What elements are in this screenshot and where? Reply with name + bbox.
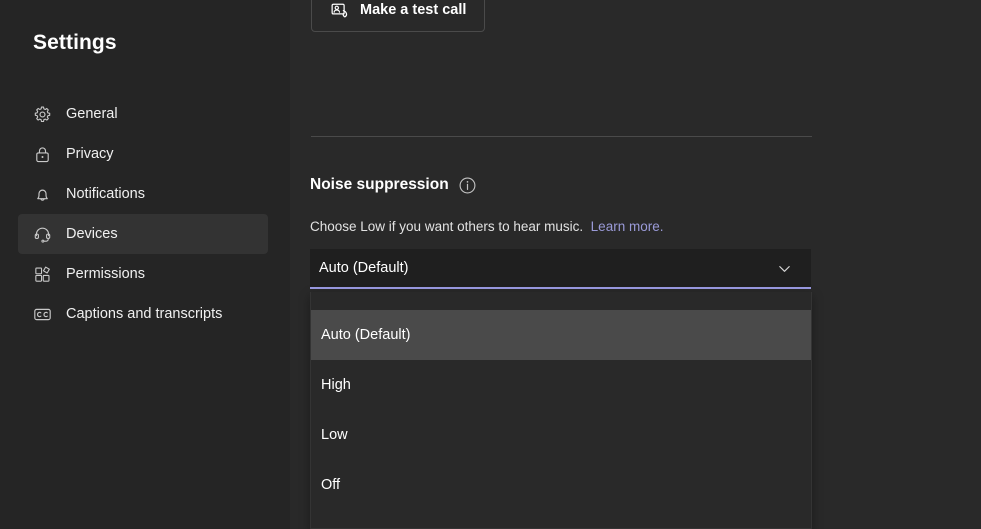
listbox-option-label: Off (321, 477, 341, 493)
headset-icon (32, 224, 52, 244)
sidebar-item-permissions[interactable]: Permissions (18, 254, 268, 294)
settings-window: Settings General Privacy Notifications Devi… (0, 0, 981, 529)
sidebar-item-captions-and-transcripts[interactable]: Captions and transcripts (18, 294, 268, 334)
listbox-option[interactable]: Auto (Default) (311, 310, 811, 360)
sidebar-item-label: Notifications (66, 186, 145, 202)
permissions-icon (32, 264, 52, 284)
noise-suppression-heading: Noise suppression (310, 176, 477, 194)
listbox-option-label: High (321, 377, 351, 393)
listbox-option[interactable]: High (311, 360, 811, 410)
sidebar-item-label: General (66, 106, 118, 122)
section-divider (311, 136, 812, 137)
bell-icon (32, 184, 52, 204)
sidebar-item-label: Captions and transcripts (66, 306, 223, 322)
make-test-call-label: Make a test call (360, 2, 467, 18)
sidebar-item-privacy[interactable]: Privacy (18, 134, 268, 174)
noise-suppression-selected-value: Auto (Default) (319, 260, 409, 276)
main-content: Make a test call Noise suppression Choos… (290, 0, 981, 529)
learn-more-link[interactable]: Learn more. (591, 219, 664, 234)
sidebar-item-notifications[interactable]: Notifications (18, 174, 268, 214)
page-title: Settings (33, 31, 117, 54)
section-title: Noise suppression (310, 176, 449, 193)
sidebar-item-label: Privacy (66, 146, 114, 162)
sidebar-item-label: Devices (66, 226, 118, 242)
listbox-option-label: Auto (Default) (321, 327, 411, 343)
info-icon[interactable] (459, 176, 477, 194)
make-test-call-button[interactable]: Make a test call (311, 0, 486, 32)
chevron-down-icon (775, 259, 793, 277)
closed-caption-icon (32, 304, 52, 324)
noise-suppression-combobox[interactable]: Auto (Default) (310, 249, 811, 289)
section-description: Choose Low if you want others to hear mu… (310, 219, 663, 234)
lock-icon (32, 144, 52, 164)
listbox-option-label: Low (321, 427, 348, 443)
section-description-text: Choose Low if you want others to hear mu… (310, 219, 584, 234)
sidebar-item-devices[interactable]: Devices (18, 214, 268, 254)
sidebar-item-label: Permissions (66, 266, 145, 282)
noise-suppression-listbox: Auto (Default) High Low Off (310, 292, 812, 529)
sidebar-nav: General Privacy Notifications Devices Permis… (18, 94, 268, 334)
gear-icon (32, 104, 52, 124)
sidebar: Settings General Privacy Notifications Devi… (0, 0, 290, 529)
listbox-option[interactable]: Low (311, 410, 811, 460)
sidebar-item-general[interactable]: General (18, 94, 268, 134)
test-call-icon (330, 0, 350, 20)
listbox-option[interactable]: Off (311, 460, 811, 510)
